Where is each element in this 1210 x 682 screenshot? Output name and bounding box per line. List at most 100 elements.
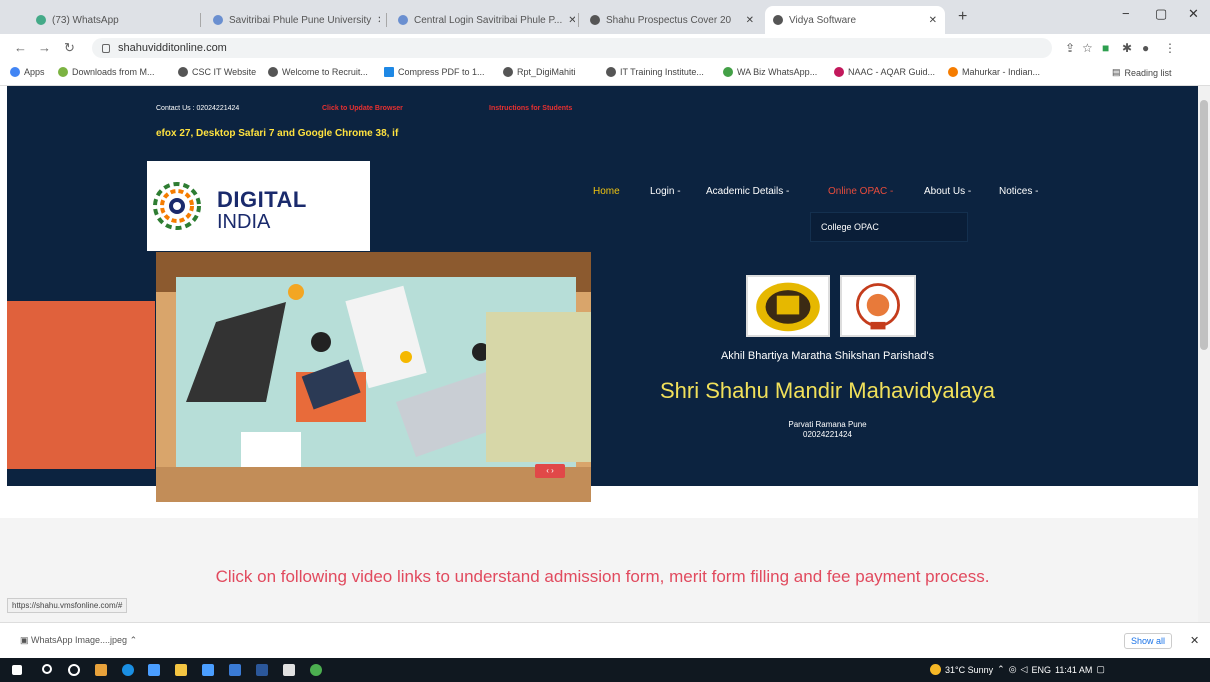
bookmark-item[interactable]: Downloads from M... [58,67,155,77]
bookmark-icon [384,67,394,77]
network-icon[interactable]: ◎ [1009,664,1017,675]
bookmark-item[interactable]: Mahurkar - Indian... [948,67,1040,77]
star-icon[interactable]: ☆ [1082,41,1093,55]
close-icon[interactable]: ✕ [923,15,937,26]
bookmark-icon [268,67,278,77]
nav-home[interactable]: Home [593,186,620,197]
chrome-icon[interactable] [310,664,322,676]
notification-icon[interactable]: ▢ [1096,664,1105,675]
bookmark-item[interactable]: NAAC - AQAR Guid... [834,67,935,77]
whatsapp-icon [36,15,46,25]
show-all-button[interactable]: Show all [1124,633,1173,649]
bookmarks-bar: Apps Downloads from M... CSC IT Website … [0,62,1210,86]
nav-about-us[interactable]: About Us - [924,186,971,197]
close-window-button[interactable]: ✕ [1188,6,1199,22]
forward-icon[interactable]: → [38,40,51,55]
tab-label: Vidya Software [789,14,857,26]
reload-icon[interactable]: ↻ [64,40,75,56]
logo-text-digital: DIGITAL [217,187,307,212]
new-tab-button[interactable]: + [958,8,967,26]
app-icon[interactable] [95,664,107,676]
bookmark-item[interactable]: WA Biz WhatsApp... [723,67,817,77]
bookmark-apps[interactable]: Apps [10,67,45,77]
bookmark-item[interactable]: IT Training Institute... [606,67,704,77]
sun-icon [930,664,941,675]
nav-online-opac[interactable]: Online OPAC - [828,186,893,197]
menu-icon[interactable]: ⋮ [1164,41,1176,55]
clock-text[interactable]: 11:41 AM [1055,665,1092,675]
edge-icon[interactable] [122,664,134,676]
college-emblem [840,275,916,337]
word-icon[interactable] [256,664,268,676]
weather-text[interactable]: 31°C Sunny [945,665,993,675]
tab-prospectus[interactable]: Shahu Prospectus Cover 20 ✕ [582,6,762,34]
decorative-orange-block [7,301,155,469]
close-downloads-button[interactable]: ✕ [1190,634,1199,647]
scrollbar-thumb[interactable] [1200,100,1208,350]
browser-toolbar: ← → ↻ shahuvidditonline.com ⇪ ☆ ■ ✱ ● ⋮ [0,34,1210,62]
college-name: Shri Shahu Mandir Mahavidyalaya [659,378,996,403]
download-item[interactable]: ▣ WhatsApp Image....jpeg ⌃ [20,635,137,646]
reading-list-icon: ▤ [1112,67,1121,77]
tab-whatsapp[interactable]: (73) WhatsApp [28,6,178,34]
language-indicator[interactable]: ENG [1031,665,1051,675]
windows-taskbar: 31°C Sunny ⌃ ◎ ◁ ENG 11:41 AM ▢ [0,658,1210,682]
app-icon[interactable] [148,664,160,676]
top-banner [7,86,1198,162]
contact-text: Contact Us : 02024221424 [156,105,240,112]
extension-icon[interactable]: ■ [1102,41,1109,55]
apps-icon [10,67,20,77]
search-icon[interactable] [42,664,52,674]
reading-list[interactable]: ▤ Reading list [1112,67,1172,78]
bookmark-icon [606,67,616,77]
back-icon[interactable]: ← [14,40,27,55]
url-text: shahuvidditonline.com [118,42,227,54]
tab-label: Central Login Savitribai Phule P... [414,14,563,26]
slider-arrows[interactable]: ‹ › [535,464,565,478]
bookmark-icon [948,67,958,77]
share-icon[interactable]: ⇪ [1065,41,1075,55]
student-instructions-link[interactable]: Instructions for Students [489,105,572,112]
cortana-icon[interactable] [68,664,80,676]
video-links-text: Click on following video links to unders… [215,567,990,586]
tab-label: Savitribai Phule Pune University [229,14,372,26]
page-scrollbar[interactable] [1198,86,1210,622]
tab-sppu[interactable]: Savitribai Phule Pune University ✕ [205,6,380,34]
volume-icon[interactable]: ◁ [1021,664,1028,675]
bookmark-item[interactable]: Welcome to Recruit... [268,67,368,77]
bookmark-item[interactable]: CSC IT Website [178,67,256,77]
opac-dropdown: College OPAC [810,212,968,242]
tab-vidya-software[interactable]: Vidya Software ✕ [765,6,945,34]
file-explorer-icon[interactable] [175,664,187,676]
puzzle-icon[interactable]: ✱ [1122,41,1132,55]
windows-start-icon[interactable] [12,665,22,675]
close-icon[interactable]: ✕ [562,15,575,26]
file-icon: ▣ [20,635,32,645]
close-icon[interactable]: ✕ [371,15,380,26]
bookmark-item[interactable]: Compress PDF to 1... [384,67,485,77]
store-icon[interactable] [202,664,214,676]
dropdown-college-opac[interactable]: College OPAC [821,222,879,232]
maximize-button[interactable]: ▢ [1155,6,1167,22]
update-browser-link[interactable]: Click to Update Browser [322,105,403,112]
close-icon[interactable]: ✕ [740,15,754,26]
profile-icon[interactable]: ● [1142,41,1149,55]
nav-notices[interactable]: Notices - [999,186,1038,197]
chevron-up-icon[interactable]: ⌃ [997,664,1005,675]
digital-india-logo[interactable]: DIGITAL INDIA [147,161,370,251]
nav-academic-details[interactable]: Academic Details - [706,186,789,197]
app-icon[interactable] [283,664,295,676]
bookmark-item[interactable]: Rpt_DigiMahiti [503,67,576,77]
minimize-button[interactable]: − [1122,6,1130,21]
address-text: Parvati Ramana Pune [788,420,867,429]
nav-login[interactable]: Login - [650,186,681,197]
bookmark-icon [723,67,733,77]
hero-photo [156,252,591,502]
address-bar[interactable]: shahuvidditonline.com [92,38,1052,58]
site-icon [590,15,600,25]
college-address: Parvati Ramana Pune 02024221424 [590,420,1065,440]
app-icon[interactable] [229,664,241,676]
site-icon [398,15,408,25]
chevron-up-icon[interactable]: ⌃ [127,635,138,645]
tab-central-login[interactable]: Central Login Savitribai Phule P... ✕ [390,6,575,34]
